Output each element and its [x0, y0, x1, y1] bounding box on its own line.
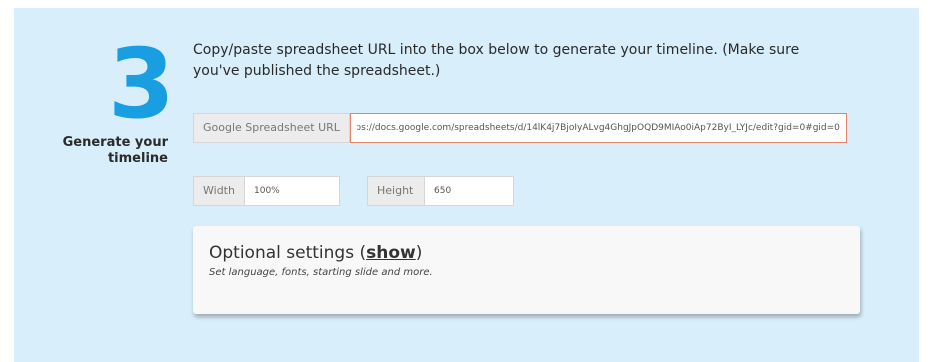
height-label: Height	[367, 176, 425, 206]
optional-settings-heading: Optional settings	[209, 243, 355, 263]
step-number: 3	[108, 28, 175, 140]
width-input[interactable]	[245, 176, 340, 206]
optional-settings-title: Optional settings (show)	[209, 243, 423, 263]
width-group: Width	[193, 176, 340, 206]
spreadsheet-url-label: Google Spreadsheet URL	[193, 113, 350, 143]
show-settings-link[interactable]: show	[366, 243, 416, 263]
spreadsheet-url-group: Google Spreadsheet URL	[193, 113, 847, 143]
instructions-text: Copy/paste spreadsheet URL into the box …	[193, 42, 800, 79]
height-group: Height	[367, 176, 514, 206]
step-label: Generate your timeline	[62, 135, 168, 166]
width-label: Width	[193, 176, 245, 206]
optional-settings-card: Optional settings (show) Set language, f…	[193, 226, 860, 314]
spreadsheet-url-input[interactable]	[349, 113, 847, 143]
optional-settings-description: Set language, fonts, starting slide and …	[209, 267, 433, 278]
height-input[interactable]	[425, 176, 514, 206]
